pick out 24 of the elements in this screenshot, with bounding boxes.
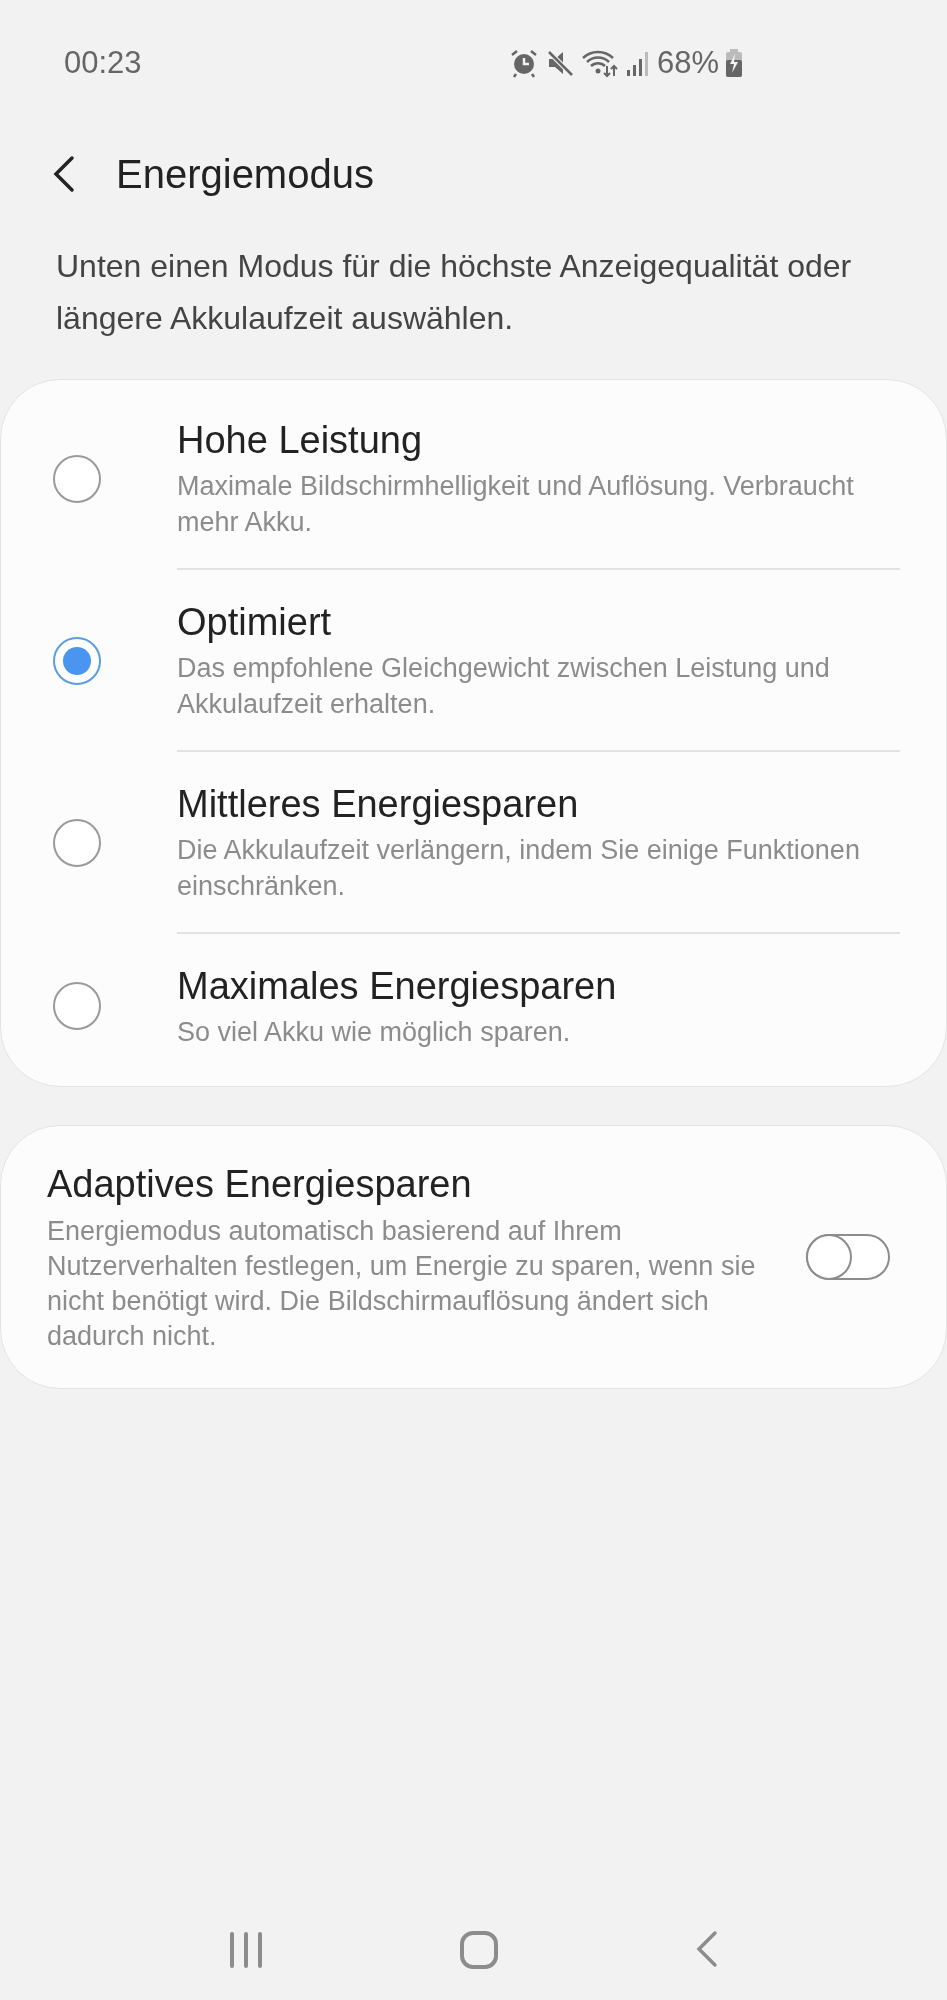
battery-charging-icon — [725, 48, 743, 79]
mode-title: Mittleres Energiesparen — [177, 782, 580, 827]
recent-apps-icon[interactable] — [227, 1931, 264, 1969]
radio-button[interactable] — [53, 982, 101, 1030]
status-time: 00:23 — [64, 44, 142, 82]
mode-description: So viel Akku wie möglich sparen. — [177, 1016, 572, 1049]
toggle-switch[interactable] — [806, 1234, 890, 1280]
radio-button[interactable] — [53, 819, 101, 867]
wifi-icon — [580, 48, 619, 79]
back-icon[interactable] — [52, 154, 76, 194]
radio-button[interactable] — [53, 455, 101, 503]
setting-title: Adaptives Energiesparen — [47, 1162, 473, 1207]
home-icon[interactable] — [459, 1930, 500, 1970]
mode-title: Maximales Energiesparen — [177, 964, 618, 1009]
radio-button[interactable] — [53, 637, 101, 685]
setting-description: Energiemodus automatisch basierend auf Ihrem Nutzerverhalten festlegen, um Energie zu sparen, wenn sie nicht benötigt wird. Die Bildschirmauflösung ändert sich dadurch nicht. — [47, 1215, 757, 1353]
battery-percent: 68% — [656, 44, 719, 82]
mode-title: Hohe Leistung — [177, 418, 424, 463]
mode-description: Maximale Bildschirmhelligkeit und Auflösung. Verbraucht mehr Akku. — [177, 470, 855, 539]
description-text: Unten einen Modus für die höchste Anzeigequalität oder längere Akkulaufzeit auswählen. — [55, 247, 853, 338]
mode-title: Optimiert — [177, 600, 333, 645]
mode-description: Die Akkulaufzeit verlängern, indem Sie einige Funktionen einschränken. — [177, 834, 861, 903]
mode-description: Das empfohlene Gleichgewicht zwischen Leistung und Akkulaufzeit erhalten. — [177, 652, 831, 721]
page-title: Energiemodus — [116, 151, 374, 198]
